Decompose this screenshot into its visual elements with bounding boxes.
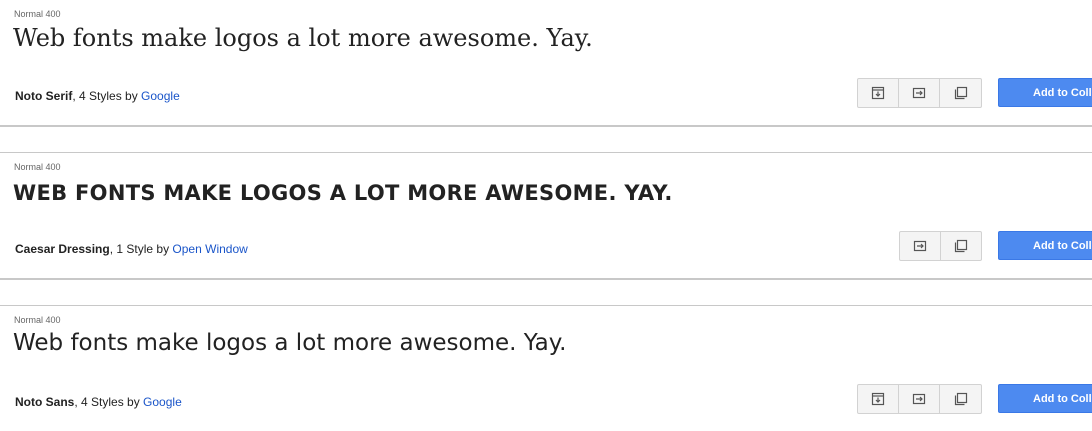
- font-meta: Caesar Dressing, 1 Style by Open Window: [15, 242, 248, 256]
- card-separator: [0, 125, 1092, 153]
- pop-out-button[interactable]: [940, 385, 981, 413]
- quick-use-button[interactable]: [900, 232, 941, 260]
- font-meta: Noto Serif, 4 Styles by Google: [15, 89, 180, 103]
- font-sample-text: Web fonts make logos a lot more awesome.…: [13, 24, 593, 52]
- see-styles-button[interactable]: [858, 385, 899, 413]
- pop-out-button[interactable]: [940, 79, 981, 107]
- pop-out-icon: [954, 86, 967, 100]
- font-name: Noto Serif: [15, 89, 73, 103]
- pop-out-icon: [954, 239, 967, 253]
- style-label: Normal 400: [14, 162, 61, 172]
- add-to-collection-button[interactable]: Add to Collection: [998, 231, 1092, 260]
- font-card: Normal 400 Web fonts make logos a lot mo…: [0, 306, 1092, 431]
- pop-out-icon: [954, 392, 967, 406]
- font-sample-text: WEB FONTS MAKE LOGOS A LOT MORE AWESOME.…: [13, 181, 673, 205]
- style-label: Normal 400: [14, 315, 61, 325]
- font-author-link[interactable]: Google: [143, 395, 182, 409]
- font-sample-text: Web fonts make logos a lot more awesome.…: [13, 330, 567, 356]
- font-actions: [899, 231, 982, 261]
- add-to-collection-button[interactable]: Add to Collection: [998, 384, 1092, 413]
- styles-icon: [871, 86, 885, 100]
- see-styles-button[interactable]: [858, 79, 899, 107]
- font-actions: [857, 384, 982, 414]
- pop-out-button[interactable]: [941, 232, 982, 260]
- font-name: Noto Sans: [15, 395, 75, 409]
- font-card: Normal 400 Web fonts make logos a lot mo…: [0, 0, 1092, 125]
- font-actions: [857, 78, 982, 108]
- font-card: Normal 400 WEB FONTS MAKE LOGOS A LOT MO…: [0, 153, 1092, 278]
- add-to-collection-button[interactable]: Add to Collection: [998, 78, 1092, 107]
- quick-use-icon: [913, 240, 926, 252]
- font-author-link[interactable]: Open Window: [172, 242, 247, 256]
- quick-use-button[interactable]: [899, 385, 940, 413]
- font-name: Caesar Dressing: [15, 242, 110, 256]
- font-styles-count: , 4 Styles by: [72, 89, 142, 103]
- quick-use-button[interactable]: [899, 79, 940, 107]
- quick-use-icon: [912, 393, 926, 405]
- font-styles-count: , 1 Style by: [109, 242, 173, 256]
- font-meta: Noto Sans, 4 Styles by Google: [15, 395, 182, 409]
- quick-use-icon: [912, 87, 926, 99]
- font-styles-count: , 4 Styles by: [74, 395, 144, 409]
- font-author-link[interactable]: Google: [141, 89, 180, 103]
- card-separator: [0, 278, 1092, 306]
- style-label: Normal 400: [14, 9, 61, 19]
- styles-icon: [871, 392, 885, 406]
